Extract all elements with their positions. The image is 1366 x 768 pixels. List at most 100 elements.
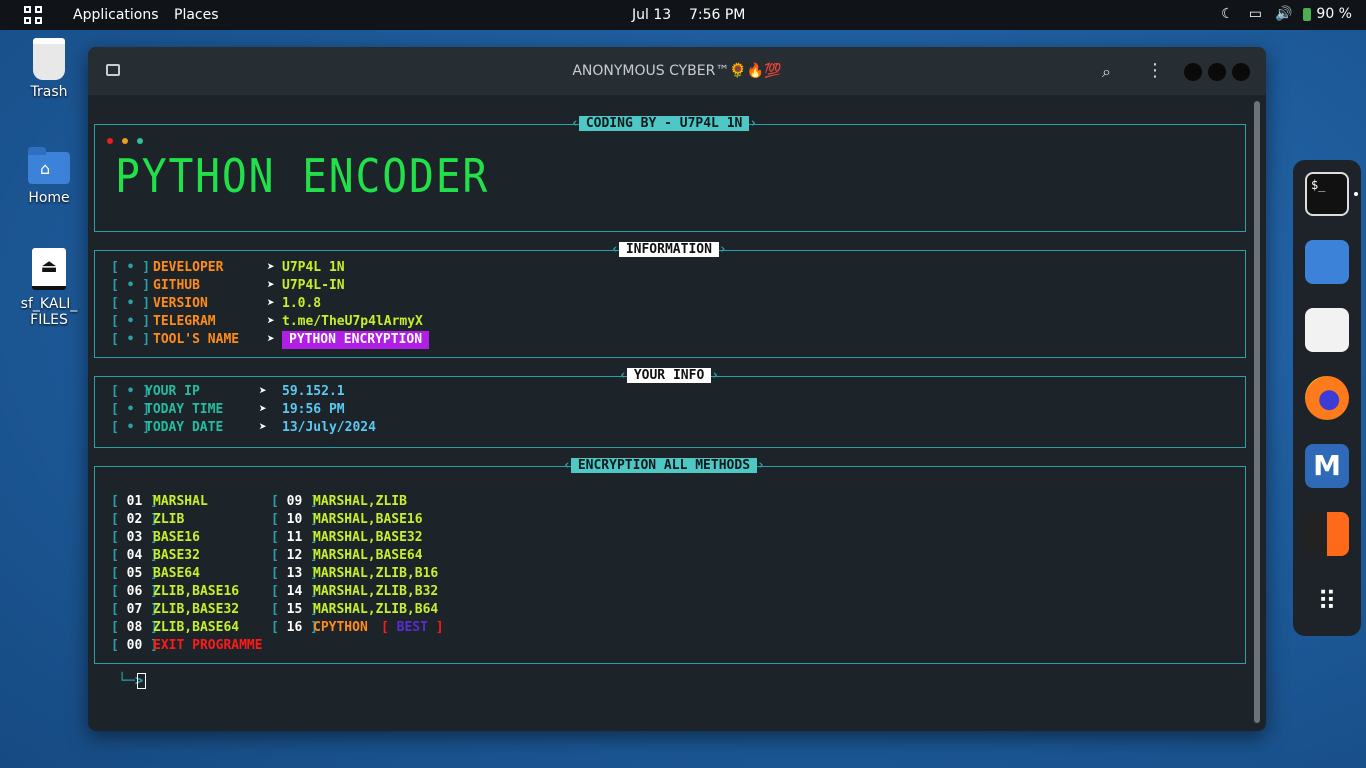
coding-by-title: ‹ CODING BY - U7P4L 1N › <box>571 116 758 131</box>
method-name: BASE16 <box>153 530 200 545</box>
night-mode-icon[interactable]: ☾ <box>1219 6 1235 22</box>
method-name: MARSHAL,ZLIB,B16 <box>313 566 439 581</box>
terminal-titlebar[interactable]: ANONYMOUS CYBER™🌻🔥💯 ⌕ ⋮ <box>88 47 1266 95</box>
your-info-label: YOUR INFO <box>626 368 712 383</box>
info-key: TELEGRAM <box>153 314 216 329</box>
info-bullet: [ • ] <box>111 278 151 293</box>
info-row: [ • ] GITHUB ➤ U7P4L-IN <box>111 277 345 295</box>
maximize-button[interactable] <box>1208 63 1226 81</box>
desktop-drive[interactable]: ⏏ sf_KALI_ FILES <box>4 248 94 328</box>
method-name: BASE32 <box>153 548 200 563</box>
clock-time: 7:56 PM <box>688 7 746 23</box>
best-label: BEST <box>396 620 428 635</box>
methods-title: ‹ ENCRYPTION ALL METHODS › <box>563 458 765 473</box>
method-num: 01 <box>126 494 143 509</box>
info-row: [ • ] VERSION ➤ 1.0.8 <box>111 295 321 313</box>
places-menu[interactable]: Places <box>174 7 219 23</box>
method-number: [ 08 ] <box>111 620 158 635</box>
information-label: INFORMATION <box>618 242 719 257</box>
info-bullet: [ • ] <box>111 332 151 347</box>
method-row: [ 04 ] BASE32 <box>111 547 200 565</box>
your-info-value: 13/July/2024 <box>282 420 376 435</box>
exit-label: EXIT PROGRAMME <box>153 638 263 653</box>
information-title: ‹ INFORMATION › <box>611 242 727 257</box>
method-row: [ 16 ] CPYTHON [ BEST ] <box>271 619 444 637</box>
method-number: [ 03 ] <box>111 530 158 545</box>
text-editor-icon[interactable] <box>1305 308 1349 352</box>
method-name: ZLIB <box>153 512 185 527</box>
method-number: [ 09 ] <box>271 494 318 509</box>
show-apps-icon[interactable]: ⠿ <box>1305 580 1349 624</box>
info-arrow: ➤ <box>267 278 275 293</box>
your-info-row: [ • ] TODAY DATE ➤ 13/July/2024 <box>111 419 376 437</box>
minimize-button[interactable] <box>1184 63 1202 81</box>
info-bullet: [ • ] <box>111 296 151 311</box>
volume-icon[interactable]: 🔊 <box>1275 6 1292 22</box>
battery-percent: 90 % <box>1316 6 1352 22</box>
info-key: TOOL'S NAME <box>153 332 240 347</box>
drive-label-2: FILES <box>30 312 68 328</box>
info-row: [ • ] TELEGRAM ➤ t.me/TheU7p4lArmyX <box>111 313 423 331</box>
method-name: ZLIB,BASE64 <box>153 620 240 635</box>
desktop-home[interactable]: ⌂ Home <box>4 147 94 206</box>
terminal-window[interactable]: ANONYMOUS CYBER™🌻🔥💯 ⌕ ⋮ ‹ CODING BY - U7P… <box>88 47 1266 731</box>
window-icon[interactable]: ▭ <box>1247 6 1263 22</box>
method-number: [ 01 ] <box>111 494 158 509</box>
eject-drive-icon: ⏏ <box>32 248 66 290</box>
method-num: 08 <box>126 620 143 635</box>
battery-icon <box>1303 7 1312 21</box>
close-button[interactable] <box>1232 63 1250 81</box>
menu-kebab-icon[interactable]: ⋮ <box>1146 60 1164 81</box>
your-info-row: [ • ] YOUR IP ➤ 59.152.1 <box>111 383 345 401</box>
method-number: [ 07 ] <box>111 602 158 617</box>
information-box: ‹ INFORMATION › [ • ] DEVELOPER ➤ U7P4L 1N[ •… <box>94 242 1246 358</box>
method-number: [ 15 ] <box>271 602 318 617</box>
desktop-trash[interactable]: Trash <box>4 38 94 100</box>
home-label: Home <box>28 190 70 206</box>
terminal-icon[interactable]: $_ <box>1305 172 1349 216</box>
method-name: MARSHAL,BASE64 <box>313 548 423 563</box>
method-num: 03 <box>126 530 143 545</box>
drive-label-1: sf_KALI_ <box>20 296 78 312</box>
window-title: ANONYMOUS CYBER™🌻🔥💯 <box>572 63 782 79</box>
method-num: 02 <box>126 512 143 527</box>
info-arrow: ➤ <box>267 332 275 347</box>
method-num: 07 <box>126 602 143 617</box>
your-info-box: ‹ YOUR INFO › [ • ] YOUR IP ➤ 59.152.1[ • ] TO… <box>94 368 1246 448</box>
method-number: [ 11 ] <box>271 530 318 545</box>
method-num: 05 <box>126 566 143 581</box>
exit-row: [ 00 ] EXIT PROGRAMME <box>111 638 263 653</box>
your-info-value: 19:56 PM <box>282 402 345 417</box>
terminal-content[interactable]: ‹ CODING BY - U7P4L 1N › PYTHON ENCODER ‹ I… <box>88 95 1266 731</box>
firefox-icon[interactable] <box>1305 376 1349 420</box>
files-icon[interactable] <box>1305 240 1349 284</box>
clock[interactable]: Jul 13 7:56 PM <box>632 7 745 23</box>
method-number: [ 04 ] <box>111 548 158 563</box>
info-bullet: [ • ] <box>111 260 151 275</box>
method-name: ZLIB,BASE32 <box>153 602 240 617</box>
methods-label: ENCRYPTION ALL METHODS <box>570 458 758 473</box>
battery-indicator[interactable]: 90 % <box>1303 6 1352 22</box>
your-info-value: 59.152.1 <box>282 384 345 399</box>
method-name: MARSHAL <box>153 494 208 509</box>
info-value: U7P4L-IN <box>282 278 345 293</box>
burpsuite-icon[interactable] <box>1305 512 1349 556</box>
top-panel: Applications Places Jul 13 7:56 PM ☾ ▭ 🔊… <box>0 0 1366 30</box>
info-row: [ • ] DEVELOPER ➤ U7P4L 1N <box>111 259 345 277</box>
apps-grid-icon[interactable] <box>24 6 42 24</box>
terminal-cursor[interactable] <box>137 673 146 689</box>
info-arrow: ➤ <box>267 314 275 329</box>
your-info-row: [ • ] TODAY TIME ➤ 19:56 PM <box>111 401 345 419</box>
info-arrow: ➤ <box>267 260 275 275</box>
best-badge: [ BEST ] <box>381 620 444 635</box>
dock: $_ M ⠿ <box>1293 160 1361 636</box>
method-row: [ 06 ] ZLIB,BASE16 <box>111 583 239 601</box>
info-value: U7P4L 1N <box>282 260 345 275</box>
search-icon[interactable]: ⌕ <box>1102 62 1111 82</box>
clock-date: Jul 13 <box>632 7 672 23</box>
banner-box: ‹ CODING BY - U7P4L 1N › PYTHON ENCODER <box>94 116 1246 232</box>
metasploit-icon[interactable]: M <box>1305 444 1349 488</box>
method-number: [ 10 ] <box>271 512 318 527</box>
applications-menu[interactable]: Applications <box>73 7 159 23</box>
trash-icon <box>33 38 65 80</box>
